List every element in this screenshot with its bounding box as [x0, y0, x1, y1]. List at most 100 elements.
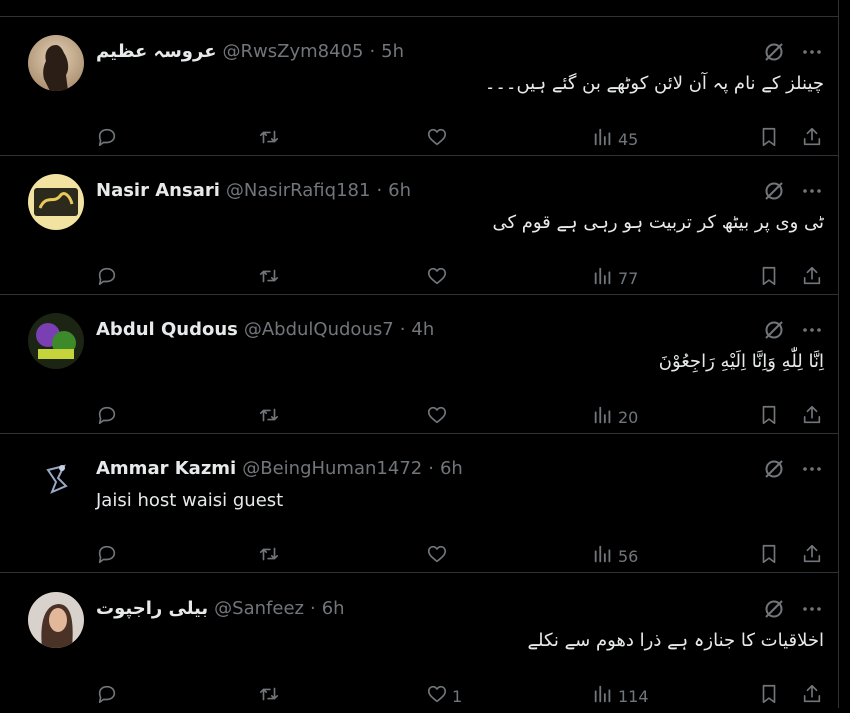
retweet-icon: [258, 126, 280, 152]
bookmark-button[interactable]: [758, 127, 780, 151]
grok-icon[interactable]: [762, 179, 786, 203]
views-button[interactable]: 45: [592, 127, 638, 151]
timestamp[interactable]: 6h: [322, 598, 345, 619]
user-handle[interactable]: @BeingHuman1472: [242, 458, 422, 479]
grok-icon[interactable]: [762, 597, 786, 621]
more-icon[interactable]: [800, 179, 824, 203]
more-icon[interactable]: [800, 40, 824, 64]
reply-icon: [96, 404, 118, 430]
bookmark-button[interactable]: [758, 544, 780, 568]
tweet-card[interactable]: Nasir Ansari @NasirRafiq181 · 6h ٹی وی پ…: [0, 156, 838, 295]
separator-dot: ·: [399, 318, 406, 340]
tweet-card[interactable]: Ammar Kazmi @BeingHuman1472 · 6h Jaisi h…: [0, 434, 838, 573]
bookmark-button[interactable]: [758, 266, 780, 290]
reply-icon: [96, 683, 118, 709]
retweet-button[interactable]: [258, 405, 280, 429]
retweet-icon: [258, 265, 280, 291]
retweet-button[interactable]: [258, 544, 280, 568]
avatar[interactable]: [28, 313, 84, 369]
avatar[interactable]: [28, 452, 84, 508]
reply-button[interactable]: [96, 544, 118, 568]
view-count: 20: [618, 407, 639, 427]
avatar[interactable]: [28, 35, 84, 91]
retweet-button[interactable]: [258, 684, 280, 708]
tweet-text: اِنَّا لِلّٰهِ وَاِنَّا اِلَيْهِ رَاجِعُ…: [658, 351, 824, 372]
retweet-icon: [258, 404, 280, 430]
share-icon: [801, 265, 823, 291]
bookmark-button[interactable]: [758, 684, 780, 708]
tweet-text: Jaisi host waisi guest: [96, 490, 284, 511]
tweet-card[interactable]: بیلی راجپوت @Sanfeez · 6h اخلاقیات کا جن…: [0, 574, 838, 713]
grok-icon[interactable]: [762, 318, 786, 342]
bookmark-icon: [758, 683, 780, 709]
view-count: 56: [618, 546, 639, 566]
tweet-actions: 45: [96, 127, 836, 151]
user-handle[interactable]: @AbdulQudous7: [244, 319, 394, 340]
display-name[interactable]: Ammar Kazmi: [96, 458, 236, 479]
share-button[interactable]: [801, 405, 823, 429]
reply-button[interactable]: [96, 684, 118, 708]
bookmark-icon: [758, 543, 780, 569]
retweet-icon: [258, 543, 280, 569]
tweet-actions: 1 114: [96, 684, 836, 708]
view-count: 114: [618, 686, 649, 706]
tweet-header: Nasir Ansari @NasirRafiq181 · 6h: [96, 178, 411, 202]
timestamp[interactable]: 5h: [381, 41, 404, 62]
avatar[interactable]: [28, 592, 84, 648]
like-button[interactable]: [426, 266, 452, 290]
more-icon[interactable]: [800, 457, 824, 481]
views-icon: [592, 404, 614, 430]
like-button[interactable]: [426, 127, 452, 151]
display-name[interactable]: Nasir Ansari: [96, 180, 220, 201]
views-button[interactable]: 77: [592, 266, 638, 290]
like-button[interactable]: [426, 544, 452, 568]
display-name[interactable]: بیلی راجپوت: [96, 598, 208, 619]
grok-icon[interactable]: [762, 40, 786, 64]
separator-dot: ·: [309, 597, 316, 619]
share-icon: [801, 683, 823, 709]
views-button[interactable]: 20: [592, 405, 638, 429]
like-button[interactable]: [426, 405, 452, 429]
timeline-feed: عروسہ عظیم @RwsZym8405 · 5h چینلز کے نام…: [0, 0, 839, 708]
tweet-card[interactable]: Abdul Qudous @AbdulQudous7 · 4h اِنَّا ل…: [0, 295, 838, 434]
tweet-actions: 77: [96, 266, 836, 290]
share-button[interactable]: [801, 684, 823, 708]
tweet-text: اخلاقیات کا جنازہ ہے ذرا دھوم سے نکلے: [527, 630, 824, 651]
tweet-header: بیلی راجپوت @Sanfeez · 6h: [96, 596, 345, 620]
timestamp[interactable]: 6h: [440, 458, 463, 479]
user-handle[interactable]: @Sanfeez: [214, 598, 304, 619]
bookmark-button[interactable]: [758, 405, 780, 429]
retweet-button[interactable]: [258, 266, 280, 290]
timestamp[interactable]: 6h: [388, 180, 411, 201]
more-icon[interactable]: [800, 318, 824, 342]
reply-button[interactable]: [96, 266, 118, 290]
avatar[interactable]: [28, 174, 84, 230]
retweet-icon: [258, 683, 280, 709]
views-button[interactable]: 56: [592, 544, 638, 568]
display-name[interactable]: عروسہ عظیم: [96, 41, 217, 62]
bookmark-icon: [758, 265, 780, 291]
share-button[interactable]: [801, 266, 823, 290]
tweet-header: Abdul Qudous @AbdulQudous7 · 4h: [96, 317, 434, 341]
user-handle[interactable]: @NasirRafiq181: [226, 180, 371, 201]
share-button[interactable]: [801, 544, 823, 568]
views-button[interactable]: 114: [592, 684, 649, 708]
share-button[interactable]: [801, 127, 823, 151]
bookmark-icon: [758, 126, 780, 152]
more-icon[interactable]: [800, 597, 824, 621]
user-handle[interactable]: @RwsZym8405: [223, 41, 364, 62]
reply-button[interactable]: [96, 127, 118, 151]
retweet-button[interactable]: [258, 127, 280, 151]
tweet-card[interactable]: عروسہ عظیم @RwsZym8405 · 5h چینلز کے نام…: [0, 17, 838, 156]
view-count: 77: [618, 268, 639, 288]
reply-button[interactable]: [96, 405, 118, 429]
display-name[interactable]: Abdul Qudous: [96, 319, 238, 340]
views-icon: [592, 543, 614, 569]
grok-icon[interactable]: [762, 457, 786, 481]
views-icon: [592, 126, 614, 152]
timestamp[interactable]: 4h: [411, 319, 434, 340]
like-button[interactable]: 1: [426, 684, 462, 708]
like-icon: [426, 404, 448, 430]
tweet-actions: 20: [96, 405, 836, 429]
bookmark-icon: [758, 404, 780, 430]
